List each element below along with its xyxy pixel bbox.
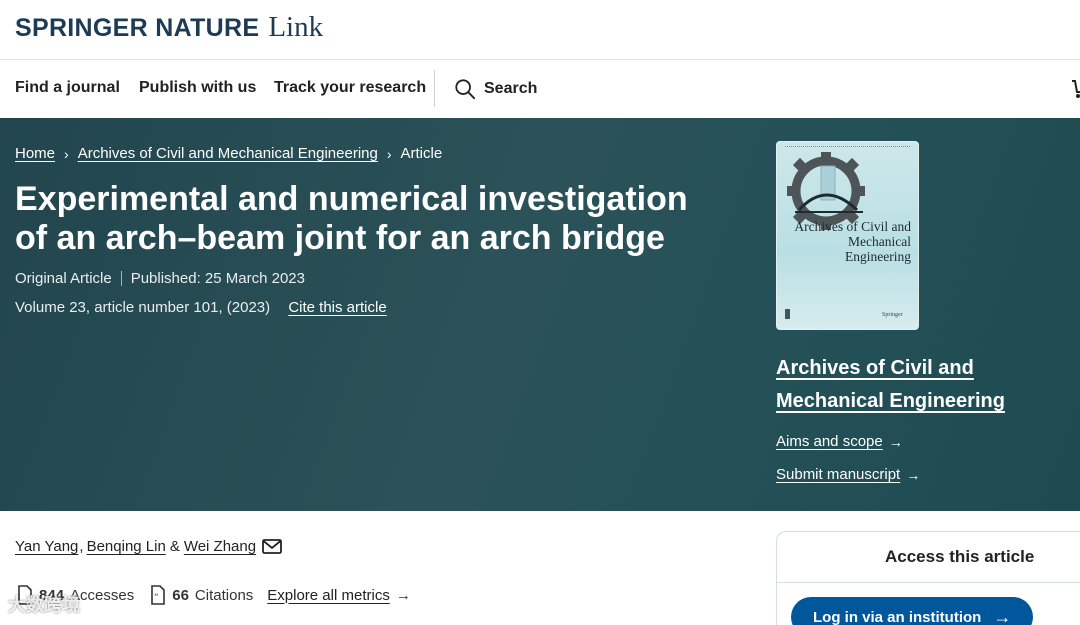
submit-manuscript-link[interactable]: Submit manuscript →: [776, 466, 920, 483]
citations-label: Citations: [194, 586, 254, 604]
article-type-date: Original Article Published: 25 March 202…: [15, 270, 305, 287]
brand-product: Link: [268, 11, 324, 43]
breadcrumb: Home › Archives of Civil and Mechanical …: [15, 145, 442, 162]
nav-divider: [434, 70, 435, 107]
cover-university-logo: [785, 309, 815, 319]
article-hero: Home › Archives of Civil and Mechanical …: [0, 118, 1080, 511]
nav-track-research[interactable]: Track your research: [274, 79, 426, 97]
brand-name: SPRINGER NATURE: [15, 14, 260, 42]
access-heading: Access this article: [777, 532, 1080, 583]
quote-document-icon: “: [151, 585, 166, 605]
arrow-right-icon: →: [888, 433, 903, 450]
cover-publisher: Springer: [882, 312, 903, 318]
article-title: Experimental and numerical investigation…: [15, 180, 688, 257]
cite-article-link[interactable]: Cite this article: [288, 299, 386, 316]
submit-manuscript-label: Submit manuscript: [776, 466, 901, 483]
breadcrumb-home[interactable]: Home: [15, 145, 55, 162]
cart-icon[interactable]: [1070, 78, 1080, 100]
nav-find-journal[interactable]: Find a journal: [15, 79, 120, 97]
nav-publish-with-us[interactable]: Publish with us: [139, 79, 256, 97]
watermark-text: 大数跨境: [8, 595, 80, 615]
citations-metric: “ 66 Citations: [148, 585, 253, 605]
springer-nature-link-logo[interactable]: SPRINGER NATURE Link: [15, 11, 323, 44]
main-navigation: Find a journal Publish with us Track you…: [0, 61, 1080, 118]
meta-divider: [120, 271, 122, 286]
article-citation-info: Volume 23, article number 101, (2023) Ci…: [15, 299, 387, 316]
volume-info: Volume 23, article number 101, (2023): [15, 299, 271, 316]
explore-metrics-link[interactable]: Explore all metrics: [267, 587, 390, 604]
chevron-right-icon: ›: [386, 145, 392, 162]
author-link[interactable]: Benqing Lin: [87, 538, 166, 555]
article-type: Original Article: [15, 270, 112, 287]
brand-header: SPRINGER NATURE Link: [0, 0, 1080, 60]
journal-cover-image[interactable]: Archives of Civil and Mechanical Enginee…: [776, 141, 919, 330]
aims-scope-link[interactable]: Aims and scope →: [776, 433, 903, 450]
search-button[interactable]: Search: [454, 78, 537, 100]
svg-text:“: “: [154, 593, 159, 603]
citations-count: 66: [172, 586, 189, 604]
author-separator: ,: [79, 538, 84, 555]
journal-name-link[interactable]: Archives of Civil and Mechanical Enginee…: [776, 352, 1076, 418]
arrow-right-icon: →: [395, 586, 411, 604]
arrow-right-icon: →: [906, 466, 921, 483]
institution-login-label: Log in via an institution: [813, 608, 982, 625]
arrow-right-icon: →: [993, 606, 1012, 625]
access-article-panel: Access this article Log in via an instit…: [776, 531, 1080, 625]
search-label: Search: [484, 80, 538, 97]
author-link[interactable]: Yan Yang: [15, 538, 78, 555]
author-ampersand: &: [169, 538, 180, 555]
cover-title: Archives of Civil and Mechanical Enginee…: [794, 219, 911, 264]
search-icon: [455, 79, 476, 100]
author-list: Yan Yang , Benqing Lin & Wei Zhang: [15, 538, 282, 555]
author-link[interactable]: Wei Zhang: [184, 538, 256, 555]
breadcrumb-current: Article: [400, 145, 443, 162]
cover-header-line: [785, 146, 910, 148]
institution-login-button[interactable]: Log in via an institution →: [791, 597, 1033, 625]
chevron-right-icon: ›: [64, 145, 69, 162]
mail-icon[interactable]: [262, 539, 282, 554]
aims-scope-label: Aims and scope: [776, 433, 883, 450]
published-date: Published: 25 March 2023: [130, 270, 305, 287]
breadcrumb-journal[interactable]: Archives of Civil and Mechanical Enginee…: [78, 145, 378, 162]
